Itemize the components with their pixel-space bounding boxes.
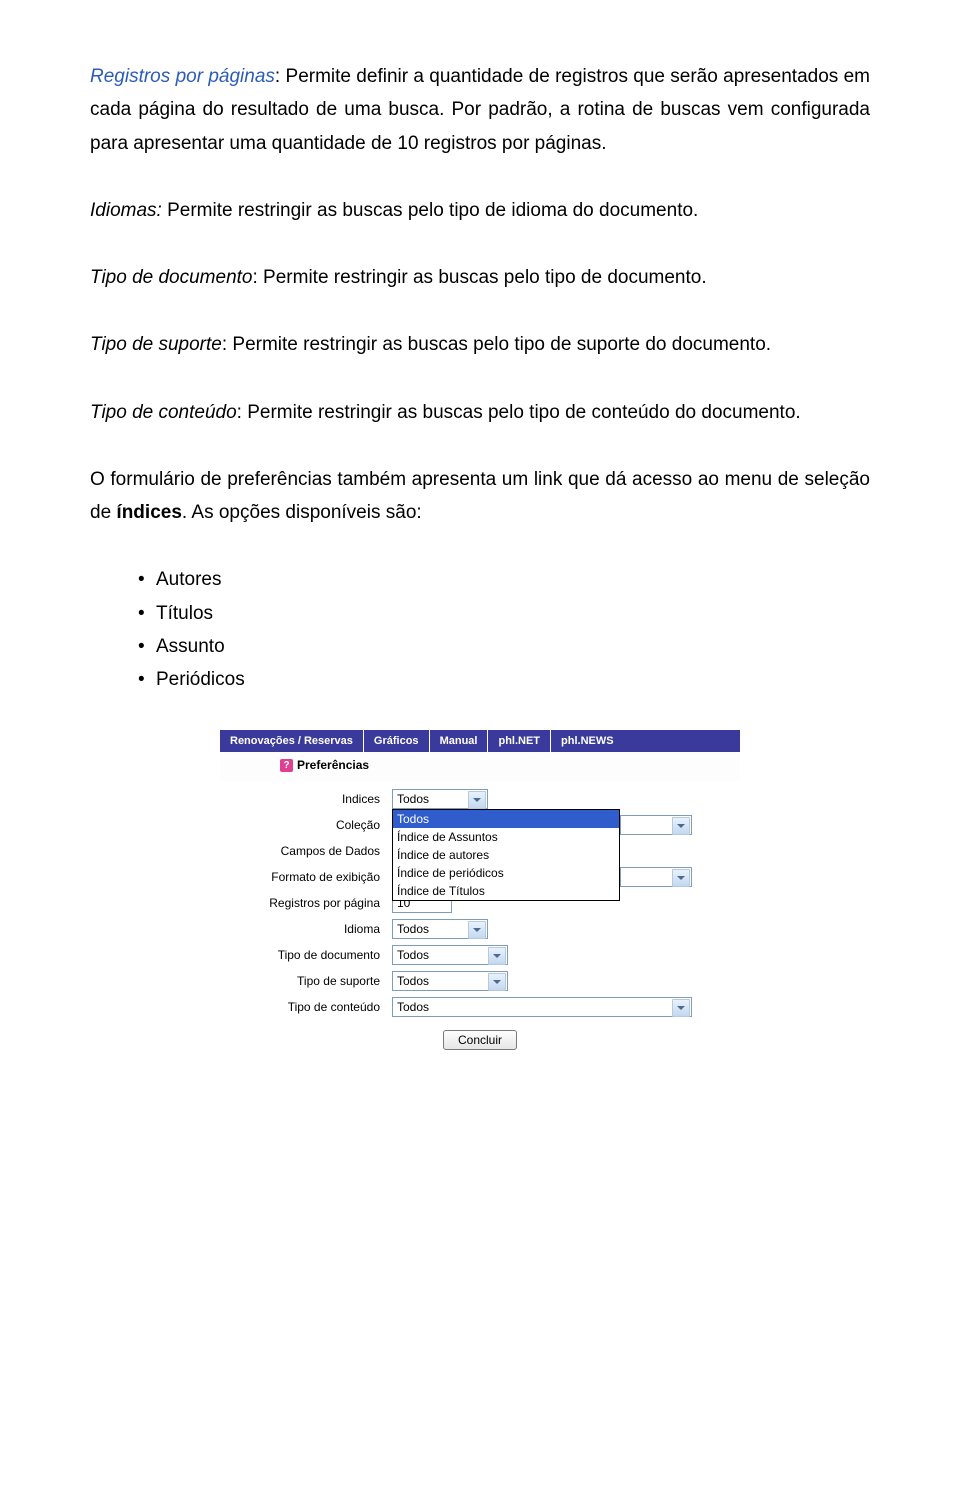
chevron-down-icon (672, 869, 690, 887)
select-tipo-conteudo[interactable]: Todos (392, 997, 692, 1017)
nav-tab-renovacoes[interactable]: Renovações / Reservas (220, 730, 364, 752)
dropdown-option[interactable]: Índice de Títulos (393, 882, 619, 900)
row-indices: Indices Todos Todos Índice de Assuntos Í… (220, 786, 740, 812)
list-item: Periódicos (138, 663, 870, 696)
chevron-down-icon (488, 947, 506, 965)
label-tipo-documento: Tipo de documento (220, 948, 392, 962)
preferences-form: Indices Todos Todos Índice de Assuntos Í… (220, 782, 740, 1060)
dropdown-option[interactable]: Índice de periódicos (393, 864, 619, 882)
bold-indices: índices (116, 502, 181, 523)
select-formato[interactable] (620, 867, 692, 887)
term-idiomas: Idiomas: (90, 200, 162, 221)
select-value: Todos (397, 948, 429, 962)
list-item: Autores (138, 563, 870, 596)
nav-tab-label: phl.NET (498, 735, 540, 747)
label-indices: Indices (220, 792, 392, 806)
chevron-down-icon (468, 921, 486, 939)
list-item-label: Periódicos (156, 669, 245, 690)
select-colecao[interactable] (620, 815, 692, 835)
top-navbar: Renovações / Reservas Gráficos Manual ph… (220, 730, 740, 752)
text: : Permite restringir as buscas pelo tipo… (237, 402, 801, 423)
bullet-list: Autores Títulos Assunto Periódicos (90, 563, 870, 696)
list-item: Assunto (138, 630, 870, 663)
nav-tab-manual[interactable]: Manual (430, 730, 489, 752)
label-campos: Campos de Dados (220, 844, 392, 858)
list-item-label: Títulos (156, 603, 213, 624)
label-tipo-conteudo: Tipo de conteúdo (220, 1000, 392, 1014)
option-label: Índice de periódicos (397, 866, 504, 880)
paragraph-tipo-conteudo: Tipo de conteúdo: Permite restringir as … (90, 396, 870, 429)
term-tipo-suporte: Tipo de suporte (90, 334, 222, 355)
option-label: Índice de Assuntos (397, 830, 498, 844)
row-tipo-documento: Tipo de documento Todos (220, 942, 740, 968)
row-tipo-suporte: Tipo de suporte Todos (220, 968, 740, 994)
dropdown-indices-list: Todos Índice de Assuntos Índice de autor… (392, 809, 620, 901)
text: . As opções disponíveis são: (182, 502, 422, 523)
term-registros: Registros por páginas (90, 66, 275, 87)
paragraph-indices-intro: O formulário de preferências também apre… (90, 463, 870, 530)
paragraph-tipo-suporte: Tipo de suporte: Permite restringir as b… (90, 328, 870, 361)
list-item-label: Assunto (156, 636, 225, 657)
row-idioma: Idioma Todos (220, 916, 740, 942)
concluir-button[interactable]: Concluir (443, 1030, 517, 1050)
paragraph-idiomas: Idiomas: Permite restringir as buscas pe… (90, 194, 870, 227)
nav-tab-phlnews[interactable]: phl.NEWS (551, 730, 624, 752)
panel-heading-row: ? Preferências (220, 752, 740, 782)
label-colecao: Coleção (220, 818, 392, 832)
text: : Permite restringir as buscas pelo tipo… (253, 267, 707, 288)
select-value: Todos (397, 792, 429, 806)
nav-tab-label: Renovações / Reservas (230, 735, 353, 747)
select-tipo-documento[interactable]: Todos (392, 945, 508, 965)
nav-tab-label: Gráficos (374, 735, 419, 747)
select-value: Todos (397, 974, 429, 988)
text: : Permite restringir as buscas pelo tipo… (222, 334, 771, 355)
option-label: Índice de Títulos (397, 884, 485, 898)
paragraph-registros: Registros por páginas: Permite definir a… (90, 60, 870, 160)
nav-tab-label: phl.NEWS (561, 735, 614, 747)
option-label: Todos (397, 812, 429, 826)
label-idioma: Idioma (220, 922, 392, 936)
chevron-down-icon (672, 817, 690, 835)
panel-heading: Preferências (297, 758, 369, 772)
dropdown-option[interactable]: Índice de autores (393, 846, 619, 864)
label-formato: Formato de exibição (220, 870, 392, 884)
submit-row: Concluir (220, 1020, 740, 1050)
chevron-down-icon (672, 999, 690, 1017)
select-value: Todos (397, 1000, 429, 1014)
chevron-down-icon (468, 791, 486, 809)
dropdown-option[interactable]: Índice de Assuntos (393, 828, 619, 846)
list-item: Títulos (138, 597, 870, 630)
nav-tab-graficos[interactable]: Gráficos (364, 730, 430, 752)
dropdown-option[interactable]: Todos (393, 810, 619, 828)
button-label: Concluir (458, 1033, 502, 1047)
label-registros: Registros por página (220, 896, 392, 910)
list-item-label: Autores (156, 569, 221, 590)
preferences-panel: Renovações / Reservas Gráficos Manual ph… (220, 730, 740, 1060)
text: Permite restringir as buscas pelo tipo d… (162, 200, 699, 221)
nav-tab-label: Manual (440, 735, 478, 747)
chevron-down-icon (488, 973, 506, 991)
row-tipo-conteudo: Tipo de conteúdo Todos (220, 994, 740, 1020)
paragraph-tipo-documento: Tipo de documento: Permite restringir as… (90, 261, 870, 294)
label-tipo-suporte: Tipo de suporte (220, 974, 392, 988)
select-value: Todos (397, 922, 429, 936)
select-tipo-suporte[interactable]: Todos (392, 971, 508, 991)
term-tipo-conteudo: Tipo de conteúdo (90, 402, 237, 423)
nav-tab-phlnet[interactable]: phl.NET (488, 730, 551, 752)
option-label: Índice de autores (397, 848, 489, 862)
term-tipo-documento: Tipo de documento (90, 267, 253, 288)
select-idioma[interactable]: Todos (392, 919, 488, 939)
select-indices[interactable]: Todos (392, 789, 488, 809)
help-icon[interactable]: ? (280, 759, 293, 772)
